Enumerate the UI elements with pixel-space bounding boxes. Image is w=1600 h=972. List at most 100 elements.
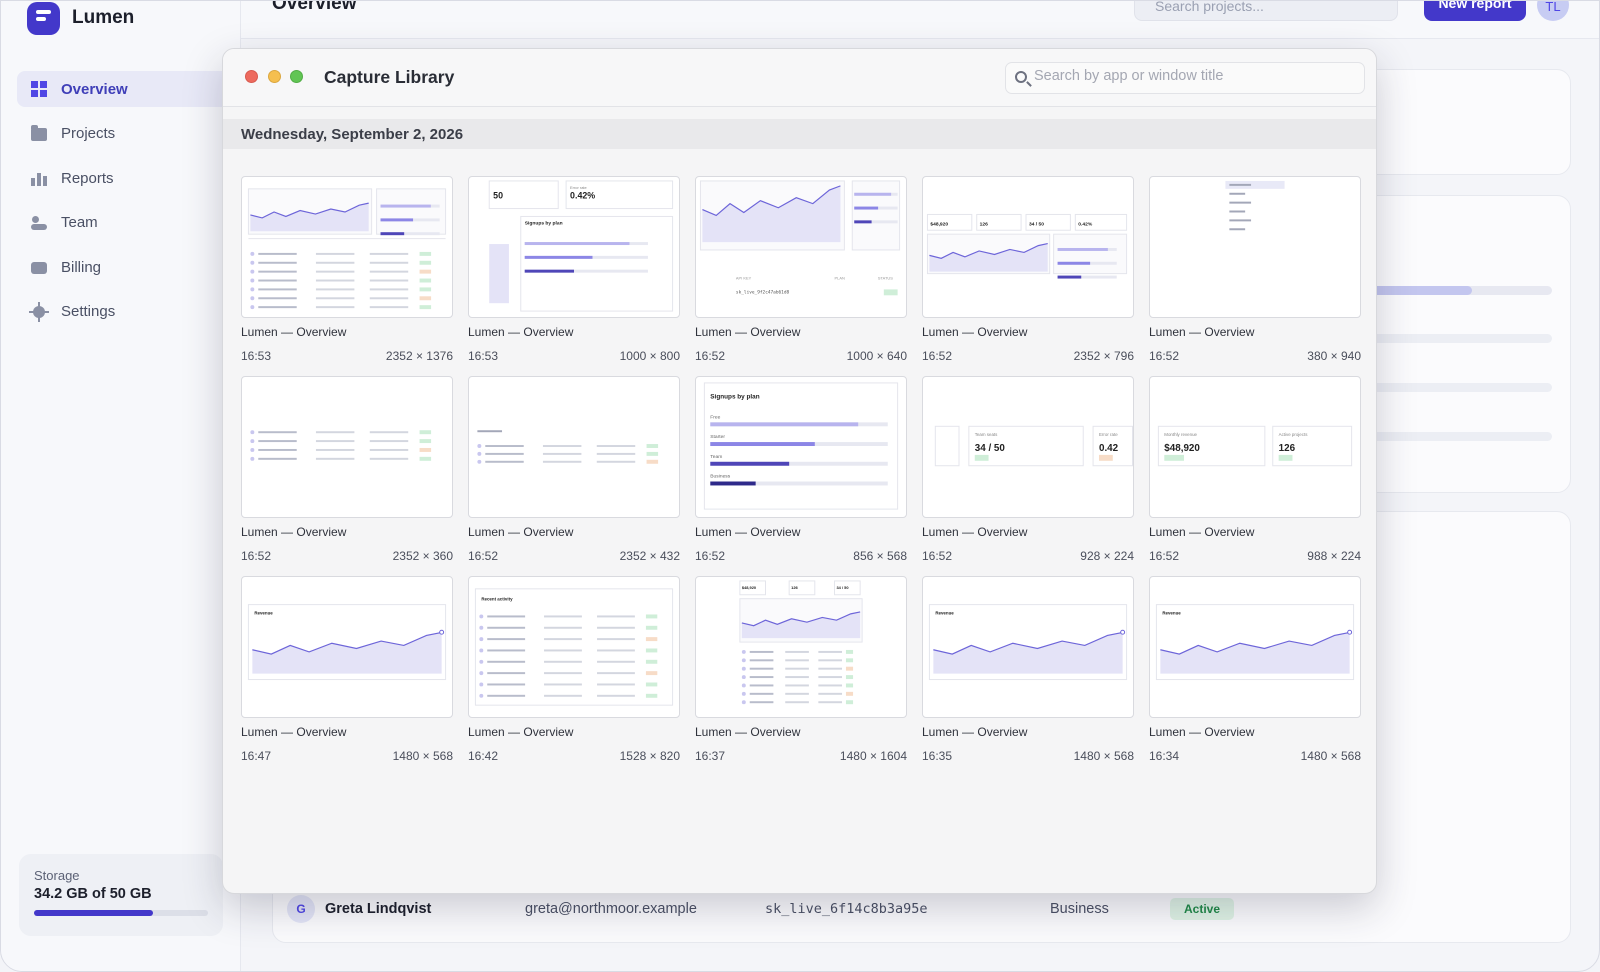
sidebar-item-settings[interactable]: Settings	[17, 294, 241, 330]
capture-time: 16:53	[468, 349, 499, 363]
minimize-window-button[interactable]	[268, 70, 281, 83]
capture-tile[interactable]: Lumen — Overview 16:52 2352 × 360	[241, 376, 453, 563]
thumb-text: $48,920	[742, 585, 757, 590]
capture-thumbnail[interactable]: Monthly revenue $48,920 Active projects 126	[1149, 376, 1361, 518]
row-dot	[479, 671, 484, 676]
capture-tile[interactable]: Revenue Lumen — Overview 16:47 1480 × 568	[241, 576, 453, 763]
capture-thumbnail[interactable]: $48,920 126 34 / 50	[695, 576, 907, 718]
thumb-text: Error rate	[570, 185, 587, 190]
bar-fill	[854, 206, 879, 210]
capture-tile[interactable]: Lumen — Overview 16:53 2352 × 1376	[241, 176, 453, 363]
capture-meta: 16:52 1000 × 640	[695, 349, 907, 363]
row-line	[315, 306, 355, 309]
row-line	[544, 615, 582, 618]
capture-search-input[interactable]	[1034, 68, 1354, 84]
sidebar-item-team[interactable]: Team	[17, 205, 241, 241]
capture-tile[interactable]: Lumen — Overview 16:52 2352 × 432	[468, 376, 680, 563]
thumb-text: 0.42%	[1078, 221, 1093, 227]
avatar[interactable]: TL	[1537, 1, 1569, 21]
row-line	[596, 460, 636, 463]
capture-tile[interactable]: API KEY PLAN STATUS sk_live_9f2c47ab61d8 Lum…	[695, 176, 907, 363]
row-email: greta@northmoor.example	[525, 901, 697, 917]
new-report-button[interactable]: New report	[1424, 1, 1526, 21]
sidebar-item-label: Settings	[61, 303, 116, 320]
storage-progress-fill	[34, 910, 154, 916]
capture-tile[interactable]: $48,920 126 34 / 50 Lumen — Overview 16:37 14…	[695, 576, 907, 763]
capture-title: Lumen — Overview	[695, 325, 801, 339]
row-line	[369, 306, 409, 309]
bar-fill	[854, 192, 892, 196]
capture-time: 16:35	[922, 749, 953, 763]
row-badge	[845, 675, 854, 680]
row-line	[369, 440, 409, 443]
capture-thumbnail[interactable]: Team seats 34 / 50 Error rate 0.42	[922, 376, 1134, 518]
capture-tile[interactable]: Revenue Lumen — Overview 16:35 1480 × 568	[922, 576, 1134, 763]
row-line	[749, 692, 774, 695]
window-title: Capture Library	[324, 67, 455, 87]
capture-thumbnail[interactable]	[241, 376, 453, 518]
capture-meta: 16:47 1480 × 568	[241, 749, 453, 763]
capture-tile[interactable]: Revenue Lumen — Overview 16:34 1480 × 568	[1149, 576, 1361, 763]
thumb-text: 126	[980, 221, 988, 227]
capture-meta: 16:34 1480 × 568	[1149, 749, 1361, 763]
chart-endpoint	[439, 629, 445, 635]
capture-thumbnail[interactable]	[241, 176, 453, 318]
nav-line	[1229, 228, 1246, 231]
capture-tile[interactable]: $48,920 126 34 / 50 0.42% Lumen — Overview 16…	[922, 176, 1134, 363]
thumbnail-image: Recent activity	[474, 588, 674, 706]
capture-thumbnail[interactable]	[468, 376, 680, 518]
close-window-button[interactable]	[245, 70, 258, 83]
capture-thumbnail[interactable]: Revenue	[1149, 576, 1361, 718]
thumb-text: $48,920	[930, 221, 948, 227]
row-dot	[479, 693, 484, 698]
capture-thumbnail[interactable]: Signups by plan Free Starter Team Business	[695, 376, 907, 518]
capture-thumbnail[interactable]: $48,920 126 34 / 50 0.42%	[922, 176, 1134, 318]
thumb-text: Monthly revenue	[1164, 432, 1197, 437]
capture-thumbnail[interactable]: 50 Error rate 0.42% Signups by plan	[468, 176, 680, 318]
table-row[interactable]: G Greta Lindqvist greta@northmoor.exampl…	[272, 889, 1532, 929]
capture-search[interactable]	[1005, 62, 1365, 94]
capture-thumbnail[interactable]: Revenue	[241, 576, 453, 718]
capture-tile[interactable]: Signups by plan Free Starter Team Business Lu…	[695, 376, 907, 563]
row-dot	[250, 260, 255, 265]
capture-thumbnail[interactable]	[1149, 176, 1361, 318]
row-line	[544, 683, 582, 686]
thumbnail-image	[1225, 180, 1285, 231]
row-dot	[741, 666, 746, 671]
capture-meta: 16:35 1480 × 568	[922, 749, 1134, 763]
thumb-text: Active projects	[1279, 432, 1309, 437]
thumbnail-image: 50 Error rate0.42% Signups by plan	[488, 180, 674, 312]
row-line	[369, 252, 409, 255]
row-line	[258, 252, 297, 255]
thumbnail-image: Monthly revenue $48,920 Active projects 126	[1157, 425, 1353, 467]
capture-tile[interactable]: Recent activity Lumen — Overview 16:42 1528…	[468, 576, 680, 763]
window-titlebar[interactable]: Capture Library	[223, 49, 1376, 107]
capture-tile[interactable]: Team seats 34 / 50 Error rate 0.42 Lumen — O…	[922, 376, 1134, 563]
capture-thumbnail[interactable]: API KEY PLAN STATUS sk_live_9f2c47ab61d8	[695, 176, 907, 318]
capture-tile[interactable]: Monthly revenue $48,920 Active projects 126…	[1149, 376, 1361, 563]
capture-tile[interactable]: Lumen — Overview 16:52 380 × 940	[1149, 176, 1361, 363]
row-line	[818, 684, 843, 687]
zoom-window-button[interactable]	[290, 70, 303, 83]
thumb-text: $48,920	[742, 585, 757, 590]
row-line	[597, 626, 635, 629]
sidebar-item-reports[interactable]: Reports	[17, 160, 241, 196]
sidebar-item-projects[interactable]: Projects	[17, 116, 241, 152]
thumb-text: 0.42	[1099, 443, 1119, 454]
capture-thumbnail[interactable]: Recent activity	[468, 576, 680, 718]
search-input[interactable]: Search projects...	[1134, 1, 1398, 21]
sidebar-item-label: Projects	[61, 125, 116, 142]
thumb-text: Business	[710, 474, 730, 480]
row-line	[544, 638, 582, 641]
sidebar-item-overview[interactable]: Overview	[17, 71, 241, 107]
row-line	[544, 626, 582, 629]
row-line	[258, 306, 297, 309]
row-line	[485, 452, 524, 455]
capture-tile[interactable]: 50 Error rate 0.42% Signups by plan Lumen — …	[468, 176, 680, 363]
sidebar-item-billing[interactable]: Billing	[17, 249, 241, 285]
logo[interactable]: Lumen	[27, 1, 134, 35]
capture-meta: 16:37 1480 × 1604	[695, 749, 907, 763]
capture-library-window: Capture Library Wednesday, September 2, …	[222, 48, 1377, 894]
capture-thumbnail[interactable]: Revenue	[922, 576, 1134, 718]
thumb-text: Team seats	[975, 432, 998, 437]
